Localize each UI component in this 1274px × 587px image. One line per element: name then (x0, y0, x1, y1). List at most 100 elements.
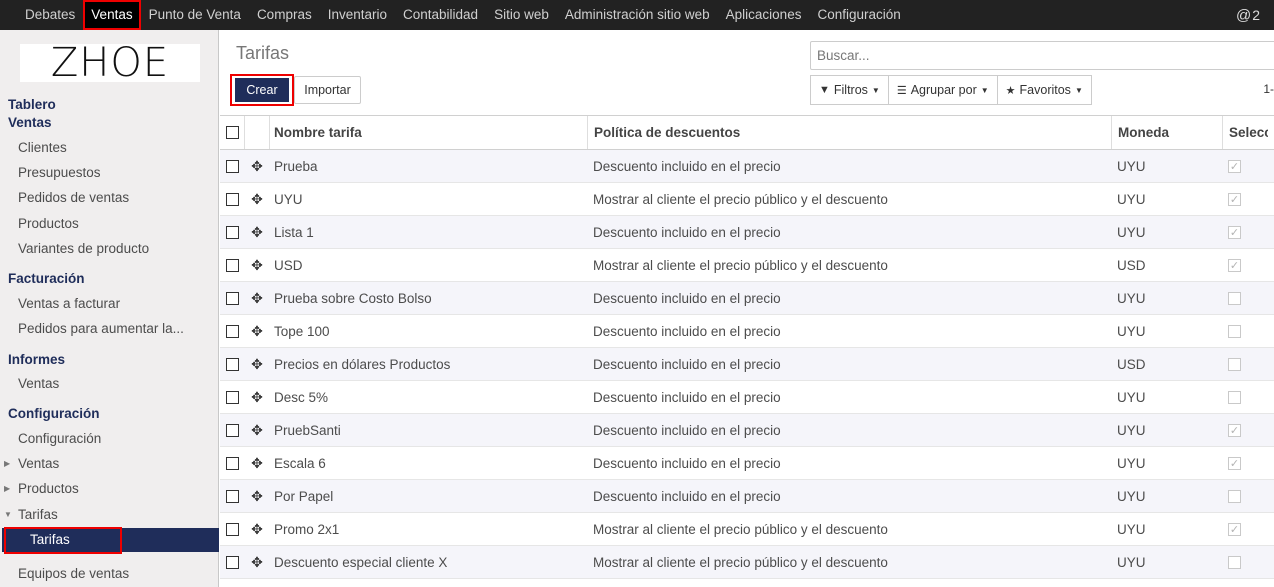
table-row[interactable]: ✥ Prueba Descuento incluido en el precio UY… (220, 150, 1274, 183)
row-checkbox[interactable] (220, 249, 244, 281)
row-checkbox[interactable] (220, 546, 244, 578)
drag-handle-icon[interactable]: ✥ (244, 315, 270, 347)
sidebar-item-tablero[interactable]: Tablero (8, 97, 56, 112)
main-menu: Debates Ventas Punto de Venta Compras Invent… (17, 0, 909, 30)
sidebar-tree-productos[interactable]: ▶ Productos (4, 481, 79, 496)
drag-handle-icon[interactable]: ✥ (244, 183, 270, 215)
table-row[interactable]: ✥ Por Papel Descuento incluido en el preci… (220, 480, 1274, 513)
row-checkbox[interactable] (220, 348, 244, 380)
table-row[interactable]: ✥ UYU Mostrar al cliente el precio público… (220, 183, 1274, 216)
sidebar: ZHOE Tablero Ventas Clientes Presupuesto… (0, 30, 219, 587)
sidebar-item-presupuestos[interactable]: Presupuestos (18, 165, 101, 180)
table-row[interactable]: ✥ Prueba sobre Costo Bolso Descuento inclu… (220, 282, 1274, 315)
topmenu-item-aplicaciones[interactable]: Aplicaciones (718, 0, 810, 30)
row-checkbox[interactable] (220, 381, 244, 413)
cell-policy: Descuento incluido en el precio (593, 455, 781, 471)
drag-handle-icon[interactable]: ✥ (244, 216, 270, 248)
cell-currency: UYU (1117, 191, 1146, 207)
row-checkbox[interactable] (220, 282, 244, 314)
topmenu-item-configuración[interactable]: Configuración (809, 0, 908, 30)
drag-handle-icon[interactable]: ✥ (244, 513, 270, 545)
sidebar-tree-tarifas[interactable]: ▼ Tarifas (4, 507, 58, 522)
column-header-currency[interactable]: Moneda (1111, 116, 1211, 149)
row-checkbox[interactable] (220, 216, 244, 248)
sidebar-item-configuracion[interactable]: Configuración (18, 431, 101, 446)
row-checkbox[interactable] (220, 183, 244, 215)
topmenu-item-ventas[interactable]: Ventas (83, 0, 141, 30)
table-row[interactable]: ✥ Descuento especial cliente X Mostrar al … (220, 546, 1274, 579)
notifications[interactable]: @ 2 (1236, 0, 1260, 30)
sidebar-item-pedidos-aumentar[interactable]: Pedidos para aumentar la... (18, 321, 184, 336)
table-row[interactable]: ✥ Tope 100 Descuento incluido en el precio… (220, 315, 1274, 348)
drag-handle-icon[interactable]: ✥ (244, 546, 270, 578)
filters-button[interactable]: ▼ Filtros ▼ (810, 75, 889, 105)
cell-name: Precios en dólares Productos (274, 356, 451, 372)
topmenu-item-contabilidad[interactable]: Contabilidad (395, 0, 486, 30)
table-row[interactable]: ✥ Escala 6 Descuento incluido en el precio… (220, 447, 1274, 480)
sidebar-item-tarifas-active[interactable]: Tarifas (2, 527, 219, 554)
drag-handle-icon[interactable]: ✥ (244, 480, 270, 512)
drag-handle-icon[interactable]: ✥ (244, 447, 270, 479)
table-row[interactable]: ✥ Promo 2x1 Mostrar al cliente el precio p… (220, 513, 1274, 546)
sidebar-item-equipos-de-ventas[interactable]: Equipos de ventas (18, 566, 129, 581)
cell-policy: Mostrar al cliente el precio público y e… (593, 554, 888, 570)
topmenu-item-debates[interactable]: Debates (17, 0, 83, 30)
selectable-checkbox: ✓ (1228, 225, 1241, 239)
sidebar-item-pedidos-de-ventas[interactable]: Pedidos de ventas (18, 190, 129, 205)
search-input[interactable] (810, 41, 1274, 70)
table-row[interactable]: ✥ Desc 5% Descuento incluido en el precio U… (220, 381, 1274, 414)
sidebar-tree-ventas[interactable]: ▶ Ventas (4, 456, 59, 471)
table-row[interactable]: ✥ PruebSanti Descuento incluido en el prec… (220, 414, 1274, 447)
drag-handle-icon[interactable]: ✥ (244, 381, 270, 413)
sidebar-item-informes-ventas[interactable]: Ventas (18, 376, 59, 391)
drag-handle-icon[interactable]: ✥ (244, 414, 270, 446)
topmenu-item-sitio-web[interactable]: Sitio web (486, 0, 557, 30)
cell-policy: Descuento incluido en el precio (593, 488, 781, 504)
row-checkbox[interactable] (220, 513, 244, 545)
row-checkbox[interactable] (220, 150, 244, 182)
cell-selectable: ✓ (1228, 183, 1274, 215)
cell-policy: Descuento incluido en el precio (593, 290, 781, 306)
drag-handle-icon[interactable]: ✥ (244, 282, 270, 314)
row-checkbox[interactable] (220, 315, 244, 347)
select-all-checkbox[interactable] (220, 116, 244, 149)
drag-handle-icon[interactable]: ✥ (244, 150, 270, 182)
cell-name: Escala 6 (274, 455, 326, 471)
table-row[interactable]: ✥ Precios en dólares Productos Descuento i… (220, 348, 1274, 381)
sidebar-item-variantes[interactable]: Variantes de producto (18, 241, 149, 256)
cell-currency: UYU (1117, 158, 1146, 174)
sidebar-item-clientes[interactable]: Clientes (18, 140, 67, 155)
page-title: Tarifas (236, 43, 290, 63)
drag-handle-icon[interactable]: ✥ (244, 249, 270, 281)
topmenu-item-punto-de-venta[interactable]: Punto de Venta (141, 0, 249, 30)
create-button[interactable]: Crear (235, 78, 289, 102)
drag-handle-icon[interactable]: ✥ (244, 348, 270, 380)
sidebar-item-ventas-a-facturar[interactable]: Ventas a facturar (18, 296, 120, 311)
chevron-down-icon: ▼ (1074, 85, 1083, 95)
sidebar-active-label: Tarifas (30, 532, 70, 547)
cell-selectable (1228, 348, 1274, 380)
topmenu-item-administración-sitio-web[interactable]: Administración sitio web (557, 0, 718, 30)
column-header-selectable[interactable]: Selecci (1222, 116, 1268, 149)
selectable-checkbox: ✓ (1228, 456, 1241, 470)
cell-name: Lista 1 (274, 224, 314, 240)
column-header-name[interactable]: Nombre tarifa (274, 116, 584, 149)
selectable-checkbox (1228, 357, 1241, 371)
group-by-button[interactable]: ☰ Agrupar por ▼ (887, 75, 998, 105)
search-options: ▼ Filtros ▼ ☰ Agrupar por ▼ ★ Favoritos … (810, 75, 1092, 105)
cell-selectable: ✓ (1228, 216, 1274, 248)
cell-selectable: ✓ (1228, 414, 1274, 446)
row-checkbox[interactable] (220, 414, 244, 446)
sidebar-item-productos[interactable]: Productos (18, 216, 79, 231)
row-checkbox[interactable] (220, 447, 244, 479)
column-header-policy[interactable]: Política de descuentos (587, 116, 1107, 149)
import-button[interactable]: Importar (294, 76, 361, 104)
topmenu-item-inventario[interactable]: Inventario (320, 0, 395, 30)
favorites-button[interactable]: ★ Favoritos ▼ (996, 75, 1092, 105)
table-row[interactable]: ✥ USD Mostrar al cliente el precio público… (220, 249, 1274, 282)
cell-currency: UYU (1117, 224, 1146, 240)
pager[interactable]: 1- (1263, 82, 1274, 96)
topmenu-item-compras[interactable]: Compras (249, 0, 320, 30)
table-row[interactable]: ✥ Lista 1 Descuento incluido en el precio U… (220, 216, 1274, 249)
row-checkbox[interactable] (220, 480, 244, 512)
